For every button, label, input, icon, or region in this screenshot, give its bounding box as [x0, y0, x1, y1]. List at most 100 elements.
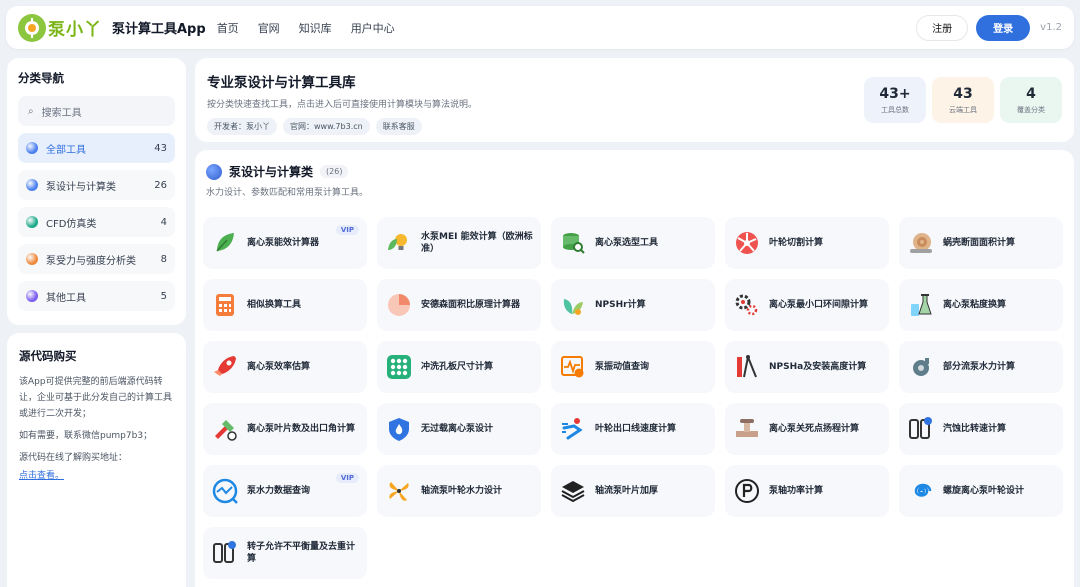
nav-official-site[interactable]: 官网 [258, 20, 280, 36]
chart-search-icon [211, 477, 239, 505]
stat-value: 43 [953, 85, 973, 102]
sidebar-category-item[interactable]: 全部工具 43 [18, 133, 175, 163]
tool-card[interactable]: 离心泵最小口环间隙计算 [725, 279, 889, 331]
tool-card[interactable]: 泵水力数据查询 VIP [203, 465, 367, 517]
tool-card[interactable]: 安德森面积比原理计算器 [377, 279, 541, 331]
category-dot-icon [26, 142, 38, 154]
stat-card: 4 覆盖分类 [1000, 77, 1062, 123]
source-url-label: 源代码在线了解购买地址： [19, 453, 128, 463]
sidebar-title: 分类导航 [18, 71, 64, 85]
tool-card[interactable]: 轴流泵叶轮水力设计 [377, 465, 541, 517]
tool-card[interactable]: 螺旋离心泵叶轮设计 [899, 465, 1063, 517]
tool-name: 轴流泵叶轮水力设计 [421, 486, 503, 496]
section-title: 泵设计与计算类 [229, 165, 314, 179]
tool-card[interactable]: 无过载离心泵设计 [377, 403, 541, 455]
tool-name: 离心泵选型工具 [595, 238, 659, 248]
source-link[interactable]: 点击查看。 [19, 468, 174, 481]
nav-home[interactable]: 首页 [217, 20, 239, 36]
tool-card[interactable]: 蜗壳断面面积计算 [899, 217, 1063, 269]
database-search-icon [559, 229, 587, 257]
category-label: CFD仿真类 [46, 218, 97, 230]
runner-icon [559, 415, 587, 443]
stat-label: 云端工具 [949, 105, 977, 114]
category-dot-icon [26, 216, 38, 228]
tool-name: 无过载离心泵设计 [421, 424, 494, 434]
tool-card[interactable]: 泵振动值查询 [551, 341, 715, 393]
plant-gear-icon [559, 291, 587, 319]
stat-value: 43+ [879, 85, 911, 102]
tool-card[interactable]: 离心泵能效计算器 VIP [203, 217, 367, 269]
main-nav: 首页 官网 知识库 用户中心 [217, 20, 414, 36]
tool-card[interactable]: 转子允许不平衡量及去重计算 [203, 527, 367, 579]
snail-icon [907, 229, 935, 257]
pie-icon [385, 291, 413, 319]
tool-name: 离心泵能效计算器 [247, 238, 320, 248]
vibration-icon [559, 353, 587, 381]
stat-card: 43+ 工具总数 [864, 77, 926, 123]
tool-card[interactable]: 冲洗孔板尺寸计算 [377, 341, 541, 393]
tool-card[interactable]: 离心泵效率估算 [203, 341, 367, 393]
search-icon: ⌕ [28, 105, 34, 117]
source-desc: 该App可提供完整的前后端源代码转让，企业可基于此分发自己的计算工具或进行二次开… [19, 377, 173, 419]
tool-card[interactable]: 离心泵粘度换算 [899, 279, 1063, 331]
sidebar-category-item[interactable]: 泵受力与强度分析类 8 [18, 244, 175, 274]
calculator-icon [211, 291, 239, 319]
tool-name: 离心泵叶片数及出口角计算 [247, 424, 356, 434]
stat-label: 工具总数 [881, 105, 909, 114]
tool-card[interactable]: 离心泵关死点扬程计算 [725, 403, 889, 455]
tool-name: NPSHr计算 [595, 300, 646, 310]
category-count: 43 [154, 142, 167, 154]
tool-name: 泵水力数据查询 [247, 486, 311, 496]
tool-card[interactable]: 水泵MEI 能效计算（欧洲标准） [377, 217, 541, 269]
tool-card[interactable]: 离心泵选型工具 [551, 217, 715, 269]
tool-name: 安德森面积比原理计算器 [421, 300, 521, 310]
category-sidebar: 分类导航 ⌕ 搜索工具 全部工具 43 泵设计与计算类 26 CFD仿真类 4 … [7, 58, 186, 325]
lab-icon [907, 291, 935, 319]
fan-icon [385, 477, 413, 505]
tool-card[interactable]: 泵轴功率计算 [725, 465, 889, 517]
category-label: 泵受力与强度分析类 [46, 255, 136, 267]
tool-card[interactable]: 汽蚀比转速计算 [899, 403, 1063, 455]
sidebar-category-item[interactable]: 其他工具 5 [18, 281, 175, 311]
bulb-leaf-icon [385, 229, 413, 257]
rocket-icon [211, 353, 239, 381]
tag-contact-support[interactable]: 联系客服 [375, 118, 422, 135]
sidebar-category-item[interactable]: CFD仿真类 4 [18, 207, 175, 237]
section-subtitle: 水力设计、参数匹配和常用泵计算工具。 [206, 188, 369, 198]
nav-user-center[interactable]: 用户中心 [351, 20, 395, 36]
tool-name: 离心泵效率估算 [247, 362, 311, 372]
category-count: 26 [154, 179, 167, 191]
tag-website[interactable]: 官网：www.7b3.cn [283, 118, 370, 135]
register-button[interactable]: 注册 [916, 14, 969, 41]
tool-name: 泵振动值查询 [595, 362, 650, 372]
category-count: 4 [160, 216, 167, 228]
tool-name: 离心泵粘度换算 [943, 300, 1007, 310]
category-dot-icon [26, 253, 38, 265]
sidebar-category-item[interactable]: 泵设计与计算类 26 [18, 170, 175, 200]
version-label: v1.2 [1040, 22, 1062, 33]
nav-knowledge-base[interactable]: 知识库 [299, 20, 332, 36]
search-input[interactable]: ⌕ 搜索工具 [18, 96, 175, 126]
login-button[interactable]: 登录 [976, 14, 1031, 41]
tool-name: 部分流泵水力计算 [943, 362, 1016, 372]
tool-card[interactable]: NPSHa及安装高度计算 [725, 341, 889, 393]
logo-mark-icon [18, 13, 46, 42]
stat-card: 43 云端工具 [932, 77, 994, 123]
panel-dot-icon [907, 415, 935, 443]
tool-grid: 离心泵能效计算器 VIP 水泵MEI 能效计算（欧洲标准） 离心泵选型工具 叶轮切… [203, 217, 1063, 579]
tool-card[interactable]: 叶轮出口线速度计算 [551, 403, 715, 455]
tool-card[interactable]: NPSHr计算 [551, 279, 715, 331]
tool-name: 转子允许不平衡量及去重计算 [247, 542, 356, 564]
impeller-icon [733, 229, 761, 257]
category-label: 其他工具 [46, 292, 86, 304]
logo[interactable]: 泵小丫 [18, 12, 106, 44]
tool-name: 汽蚀比转速计算 [943, 424, 1007, 434]
tool-card[interactable]: 离心泵叶片数及出口角计算 [203, 403, 367, 455]
tool-card[interactable]: 部分流泵水力计算 [899, 341, 1063, 393]
tool-card[interactable]: 轴流泵叶片加厚 [551, 465, 715, 517]
tool-card[interactable]: 叶轮切割计算 [725, 217, 889, 269]
tool-name: 螺旋离心泵叶轮设计 [943, 486, 1025, 496]
tool-card[interactable]: 相似换算工具 [203, 279, 367, 331]
tool-name: 相似换算工具 [247, 300, 302, 310]
stat-label: 覆盖分类 [1017, 105, 1045, 114]
